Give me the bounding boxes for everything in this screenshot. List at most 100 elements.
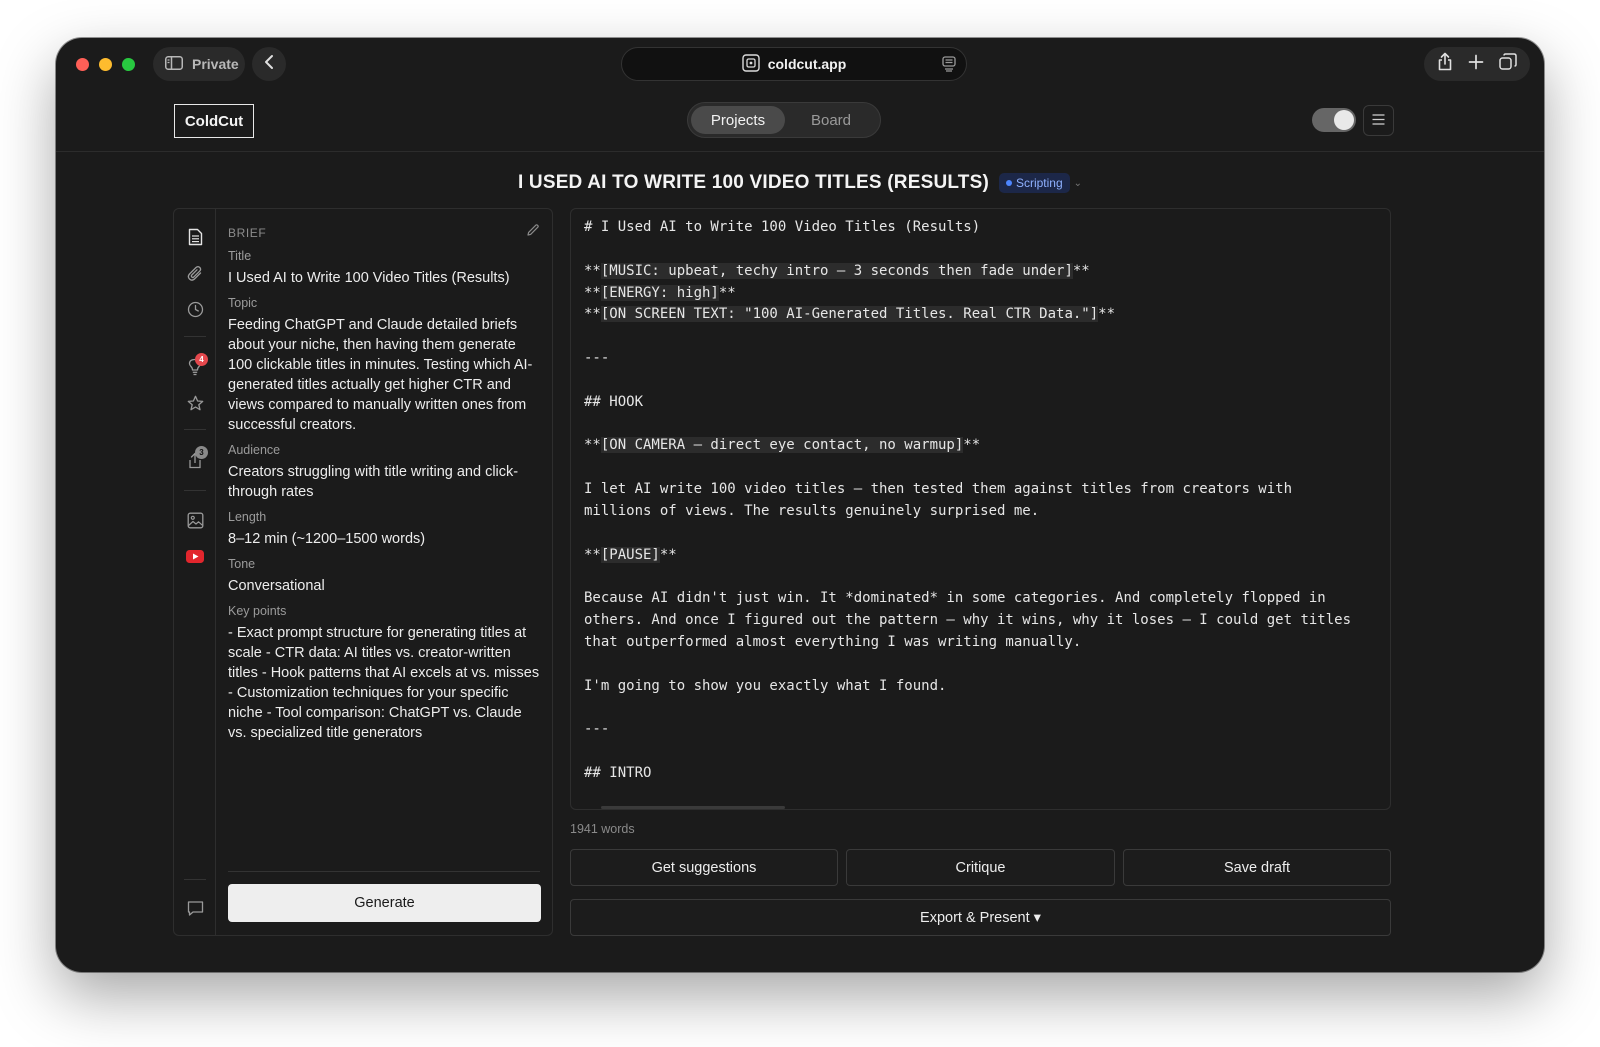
field-label: Length bbox=[228, 510, 267, 524]
private-tab-group-button[interactable]: Private bbox=[153, 47, 245, 81]
toggle-knob bbox=[1334, 110, 1354, 130]
line-text: ** bbox=[1072, 262, 1090, 279]
brief-heading: BRIEF bbox=[228, 225, 267, 240]
tool-rail: 4 3 bbox=[174, 209, 216, 935]
status-dot bbox=[1005, 180, 1012, 186]
rail-divider bbox=[184, 429, 206, 430]
status-label: Scripting bbox=[1015, 176, 1063, 190]
maximize-window-button[interactable] bbox=[122, 58, 135, 71]
chat-icon[interactable] bbox=[186, 899, 204, 917]
field-label: Key points bbox=[228, 604, 287, 618]
project-title-row: I USED AI TO WRITE 100 VIDEO TITLES (RES… bbox=[56, 168, 1544, 198]
editor-line: # I Used AI to Write 100 Video Titles (R… bbox=[584, 217, 1384, 239]
line-text: ** bbox=[584, 262, 601, 279]
editor-line: that outperformed almost everything I wa… bbox=[584, 632, 1384, 654]
audience-value[interactable]: Creators struggling with title writing a… bbox=[228, 462, 542, 502]
rail-divider bbox=[184, 490, 206, 491]
export-present-button[interactable]: Export & Present ▾ bbox=[570, 899, 1391, 936]
status-badge[interactable]: Scripting bbox=[998, 173, 1070, 193]
chevron-left-icon bbox=[264, 54, 274, 75]
line-text: --- bbox=[584, 721, 610, 738]
brief-fields: Title I Used AI to Write 100 Video Title… bbox=[228, 249, 542, 751]
clock-icon[interactable] bbox=[186, 300, 204, 318]
image-icon[interactable] bbox=[186, 511, 204, 529]
editor-line: --- bbox=[584, 719, 1384, 741]
menu-button[interactable] bbox=[1363, 105, 1394, 136]
ideas-badge: 4 bbox=[195, 353, 208, 366]
brief-header: BRIEF bbox=[228, 223, 544, 242]
field-label: Audience bbox=[228, 443, 281, 457]
topic-value[interactable]: Feeding ChatGPT and Claude detailed brie… bbox=[228, 315, 542, 435]
site-icon bbox=[742, 53, 760, 75]
lightbulb-icon[interactable]: 4 bbox=[186, 353, 208, 376]
divider bbox=[228, 871, 540, 872]
stage-direction: [ENERGY: high] bbox=[600, 284, 719, 301]
word-count: 1941 words bbox=[570, 822, 635, 836]
back-button[interactable] bbox=[252, 47, 286, 81]
save-draft-button[interactable]: Save draft bbox=[1123, 849, 1391, 886]
stage-direction: [ON CAMERA — direct eye contact, no warm… bbox=[600, 437, 964, 454]
chevron-down-icon[interactable]: ⌄ bbox=[1074, 178, 1082, 189]
line-text: ** bbox=[1098, 306, 1116, 323]
rail-divider bbox=[184, 336, 206, 337]
get-suggestions-button[interactable]: Get suggestions bbox=[570, 849, 838, 886]
sidebar-toggle-icon bbox=[165, 55, 183, 73]
shares-badge: 3 bbox=[195, 446, 208, 459]
tab-projects[interactable]: Projects bbox=[691, 106, 785, 134]
editor-line: **[ON CAMERA — direct eye contact, no wa… bbox=[584, 435, 1384, 457]
rail-divider bbox=[184, 879, 206, 880]
paperclip-icon[interactable] bbox=[186, 264, 204, 282]
stage-direction: [PAUSE] bbox=[600, 546, 660, 563]
line-text: # I Used AI to Write 100 Video Titles (R… bbox=[584, 219, 981, 235]
close-window-button[interactable] bbox=[76, 58, 89, 71]
length-value[interactable]: 8–12 min (~1200–1500 words) bbox=[228, 529, 542, 549]
tab-board[interactable]: Board bbox=[785, 106, 877, 134]
field-label: Title bbox=[228, 249, 252, 263]
browser-toolbar: Private coldcut.app bbox=[56, 38, 1544, 92]
hamburger-icon bbox=[1372, 112, 1385, 130]
key-points-value[interactable]: - Exact prompt structure for generating … bbox=[228, 623, 542, 743]
share-icon[interactable] bbox=[1437, 52, 1453, 76]
new-tab-icon[interactable] bbox=[1468, 54, 1484, 75]
address-bar[interactable]: coldcut.app bbox=[621, 47, 967, 81]
url-text: coldcut.app bbox=[767, 56, 847, 72]
script-editor[interactable]: # I Used AI to Write 100 Video Titles (R… bbox=[570, 208, 1391, 810]
line-text: that outperformed almost everything I wa… bbox=[584, 634, 1082, 651]
field-title: Title I Used AI to Write 100 Video Title… bbox=[228, 249, 542, 288]
theme-toggle[interactable] bbox=[1312, 108, 1356, 132]
line-text: ** bbox=[584, 546, 601, 563]
editor-content: # I Used AI to Write 100 Video Titles (R… bbox=[584, 217, 1384, 785]
app-logo[interactable]: ColdCut bbox=[174, 104, 254, 138]
star-icon[interactable] bbox=[186, 394, 204, 412]
reader-mode-icon[interactable] bbox=[942, 56, 956, 75]
browser-window: Private coldcut.app ColdCut Projects Boa… bbox=[56, 38, 1544, 972]
title-value[interactable]: I Used AI to Write 100 Video Titles (Res… bbox=[228, 268, 542, 288]
editor-line: Because AI didn't just win. It *dominate… bbox=[584, 588, 1384, 610]
brief-section: BRIEF Title I Used AI to Write 100 Video… bbox=[228, 209, 544, 935]
line-text: I'm going to show you exactly what I fou… bbox=[584, 677, 947, 694]
line-text: ** bbox=[659, 546, 677, 563]
line-text: ** bbox=[584, 306, 601, 323]
document-icon[interactable] bbox=[186, 228, 204, 246]
tone-value[interactable]: Conversational bbox=[228, 576, 542, 596]
line-text: --- bbox=[584, 350, 610, 367]
editor-line: I let AI write 100 video titles — then t… bbox=[584, 479, 1384, 501]
minimize-window-button[interactable] bbox=[99, 58, 112, 71]
pencil-icon[interactable] bbox=[526, 223, 540, 242]
tab-overview-icon[interactable] bbox=[1498, 52, 1517, 76]
youtube-icon[interactable] bbox=[186, 547, 204, 565]
private-label: Private bbox=[192, 56, 239, 72]
generate-button[interactable]: Generate bbox=[228, 884, 541, 922]
field-key-points: Key points - Exact prompt structure for … bbox=[228, 604, 542, 743]
line-text: millions of views. The results genuinely… bbox=[584, 502, 1040, 519]
stage-direction: [ON SCREEN TEXT: "100 AI-Generated Title… bbox=[600, 306, 1099, 323]
line-text: I let AI write 100 video titles — then t… bbox=[584, 481, 1293, 498]
line-text: ** bbox=[963, 437, 981, 454]
share-icon[interactable]: 3 bbox=[186, 446, 208, 469]
editor-line: **[PAUSE]** bbox=[584, 545, 1384, 567]
critique-button[interactable]: Critique bbox=[846, 849, 1115, 886]
